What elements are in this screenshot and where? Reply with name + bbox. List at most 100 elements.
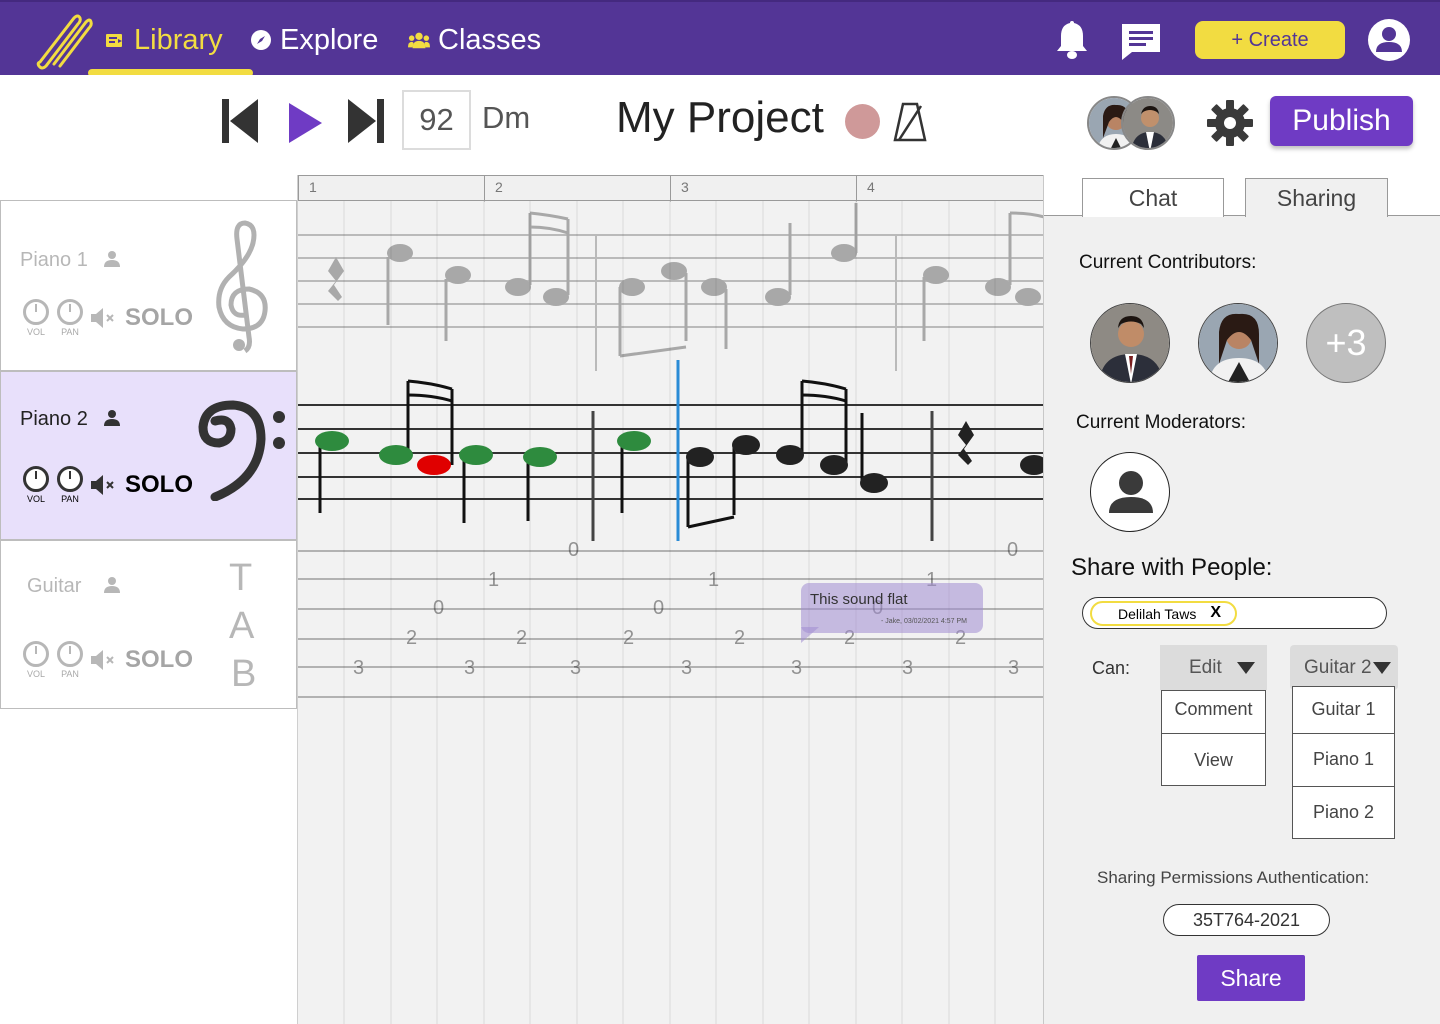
nav-library-label: Library [134, 23, 223, 56]
treble-clef-icon [216, 220, 268, 354]
tab-number: 0 [653, 597, 665, 619]
gear-icon[interactable] [1205, 98, 1255, 148]
more-contributors-badge[interactable]: +3 [1306, 303, 1386, 383]
permission-option-view[interactable]: View [1162, 750, 1265, 771]
tab-number: 2 [734, 627, 746, 649]
track-option-piano-2[interactable]: Piano 2 [1293, 802, 1394, 823]
chip-remove-button[interactable]: X [1210, 604, 1221, 622]
moderators-label: Current Moderators: [1076, 412, 1247, 433]
tab-number: 3 [902, 657, 914, 679]
mute-icon[interactable] [89, 648, 117, 672]
track-list: Piano 1 VOL PAN SOLO Piano 2 VOL PAN SOL… [0, 200, 297, 709]
mute-icon[interactable] [89, 473, 117, 497]
bell-icon[interactable] [1053, 18, 1091, 60]
tab-chat[interactable]: Chat [1082, 178, 1224, 217]
tab-number: 3 [464, 657, 476, 679]
moderator-avatar[interactable] [1090, 452, 1170, 532]
track-menu: Guitar 1 Piano 1 Piano 2 [1292, 686, 1395, 839]
track-name: Piano 1 [20, 249, 88, 271]
volume-knob[interactable]: VOL [21, 466, 51, 504]
share-button[interactable]: Share [1197, 955, 1305, 1001]
comment-tail [801, 627, 819, 643]
tab-number: 3 [570, 657, 582, 679]
pan-knob[interactable]: PAN [55, 299, 85, 337]
auth-label: Sharing Permissions Authentication: [1097, 868, 1370, 887]
message-icon[interactable] [1120, 22, 1162, 62]
permission-menu: Comment View [1161, 690, 1266, 786]
mute-icon[interactable] [89, 306, 117, 330]
record-button[interactable] [845, 104, 880, 139]
publish-button[interactable]: Publish [1270, 96, 1413, 146]
tab-number: 3 [791, 657, 803, 679]
track-name: Guitar [27, 575, 82, 597]
solo-button[interactable]: SOLO [125, 471, 193, 499]
permission-selected: Edit [1189, 656, 1222, 678]
nav-library[interactable]: Library [104, 20, 223, 60]
tab-letter-t: T [229, 557, 253, 599]
track-name: Piano 2 [20, 408, 88, 430]
key-signature[interactable]: Dm [482, 100, 530, 136]
avatar [1121, 96, 1175, 150]
tab-letter-a: A [229, 605, 255, 647]
permission-dropdown[interactable]: Edit [1160, 645, 1267, 690]
app-logo-icon[interactable] [34, 10, 94, 70]
tab-number: 0 [568, 539, 580, 561]
comment-bubble[interactable]: This sound flat - Jake, 03/02/2021 4:57 … [801, 583, 983, 643]
track-piano-2[interactable]: Piano 2 VOL PAN SOLO [0, 371, 297, 540]
pan-knob[interactable]: PAN [55, 641, 85, 679]
track-option-piano-1[interactable]: Piano 1 [1293, 749, 1394, 770]
bass-clef-icon [198, 400, 285, 501]
tempo-input[interactable]: 92 [402, 90, 471, 150]
play-icon[interactable] [286, 100, 326, 150]
auth-code-field[interactable]: 35T764-2021 [1163, 904, 1330, 936]
project-title[interactable]: My Project [616, 93, 824, 143]
tab-number: 3 [681, 657, 693, 679]
volume-knob[interactable]: VOL [21, 299, 51, 337]
share-people-input[interactable]: Delilah Taws X [1082, 597, 1387, 629]
track-option-guitar-1[interactable]: Guitar 1 [1293, 699, 1394, 720]
skip-forward-icon[interactable] [346, 97, 386, 147]
tab-number: 2 [516, 627, 528, 649]
tab-number: 3 [1008, 657, 1020, 679]
contributor-avatar[interactable] [1198, 303, 1278, 383]
tab-number: 0 [1007, 539, 1019, 561]
create-button[interactable]: + Create [1195, 21, 1345, 59]
nav-explore[interactable]: Explore [250, 20, 378, 60]
track-dropdown[interactable]: Guitar 2 [1290, 645, 1398, 690]
track-piano-1[interactable]: Piano 1 VOL PAN SOLO [0, 200, 297, 371]
permission-option-comment[interactable]: Comment [1162, 699, 1265, 720]
tab-number: 3 [353, 657, 365, 679]
tab-number: 0 [433, 597, 445, 619]
track-controls: VOL PAN SOLO [21, 641, 193, 679]
track-selected: Guitar 2 [1304, 656, 1372, 678]
chevron-down-icon [1237, 662, 1255, 674]
score-editor[interactable]: 1 2 3 4 0 0 1 1 1 0 0 2 2 2 2 2 2 3 3 3 … [297, 175, 1043, 1024]
compass-icon [250, 29, 272, 51]
tab-sharing[interactable]: Sharing [1245, 178, 1388, 217]
nav-classes[interactable]: Classes [408, 20, 541, 60]
collaborator-avatars[interactable] [1087, 96, 1177, 150]
metronome-icon[interactable] [893, 100, 927, 144]
volume-knob[interactable]: VOL [21, 641, 51, 679]
nav-explore-label: Explore [280, 23, 379, 56]
chip-name: Delilah Taws [1118, 605, 1197, 622]
profile-icon[interactable] [1367, 18, 1411, 62]
comment-text: This sound flat [810, 591, 908, 608]
people-icon [408, 29, 430, 51]
library-icon [104, 29, 126, 51]
tab-number: 1 [488, 569, 500, 591]
track-controls: VOL PAN SOLO [21, 466, 193, 504]
skip-back-icon[interactable] [220, 97, 260, 147]
solo-button[interactable]: SOLO [125, 304, 193, 332]
chevron-down-icon [1373, 662, 1391, 674]
comment-meta: - Jake, 03/02/2021 4:57 PM [881, 618, 967, 625]
solo-button[interactable]: SOLO [125, 646, 193, 674]
person-icon [104, 251, 120, 267]
person-icon [104, 577, 120, 593]
contributor-avatar[interactable] [1090, 303, 1170, 383]
track-guitar[interactable]: Guitar VOL PAN SOLO T A B [0, 540, 297, 709]
person-chip[interactable]: Delilah Taws X [1090, 601, 1237, 626]
track-controls: VOL PAN SOLO [21, 299, 193, 337]
pan-knob[interactable]: PAN [55, 466, 85, 504]
share-with-label: Share with People: [1071, 554, 1273, 581]
